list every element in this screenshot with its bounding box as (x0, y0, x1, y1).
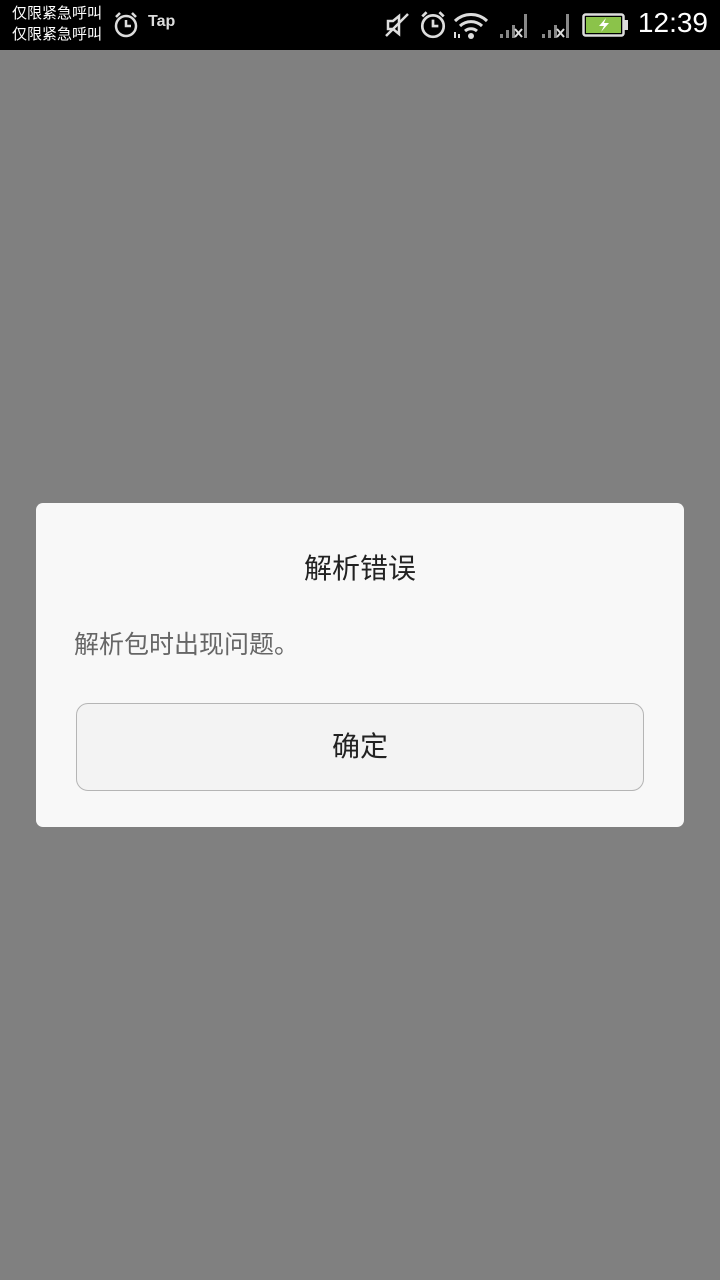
dialog-title: 解析错误 (303, 552, 416, 585)
signal-no-service-icon (500, 14, 527, 38)
wifi-icon (453, 13, 489, 39)
vibrate-off-icon (385, 13, 409, 37)
ok-button[interactable]: 确定 (76, 703, 644, 791)
alarm-icon (114, 12, 138, 38)
status-time: 12:39 (637, 7, 708, 38)
tap-notification-icon: Tap (148, 13, 176, 30)
dialog-message: 解析包时出现问题。 (74, 630, 300, 659)
carrier-label: 仅限紧急呼叫 仅限紧急呼叫 (12, 3, 102, 45)
carrier-line-1: 仅限紧急呼叫 (12, 4, 103, 22)
alarm-icon (420, 11, 446, 39)
signal-no-service-icon (542, 14, 569, 38)
status-bar: 仅限紧急呼叫 仅限紧急呼叫 Tap 12:39 (0, 0, 720, 50)
parse-error-dialog: 解析错误 解析包时出现问题。 确定 (36, 503, 684, 827)
carrier-line-2: 仅限紧急呼叫 (12, 25, 103, 43)
battery-charging-icon (582, 13, 628, 37)
